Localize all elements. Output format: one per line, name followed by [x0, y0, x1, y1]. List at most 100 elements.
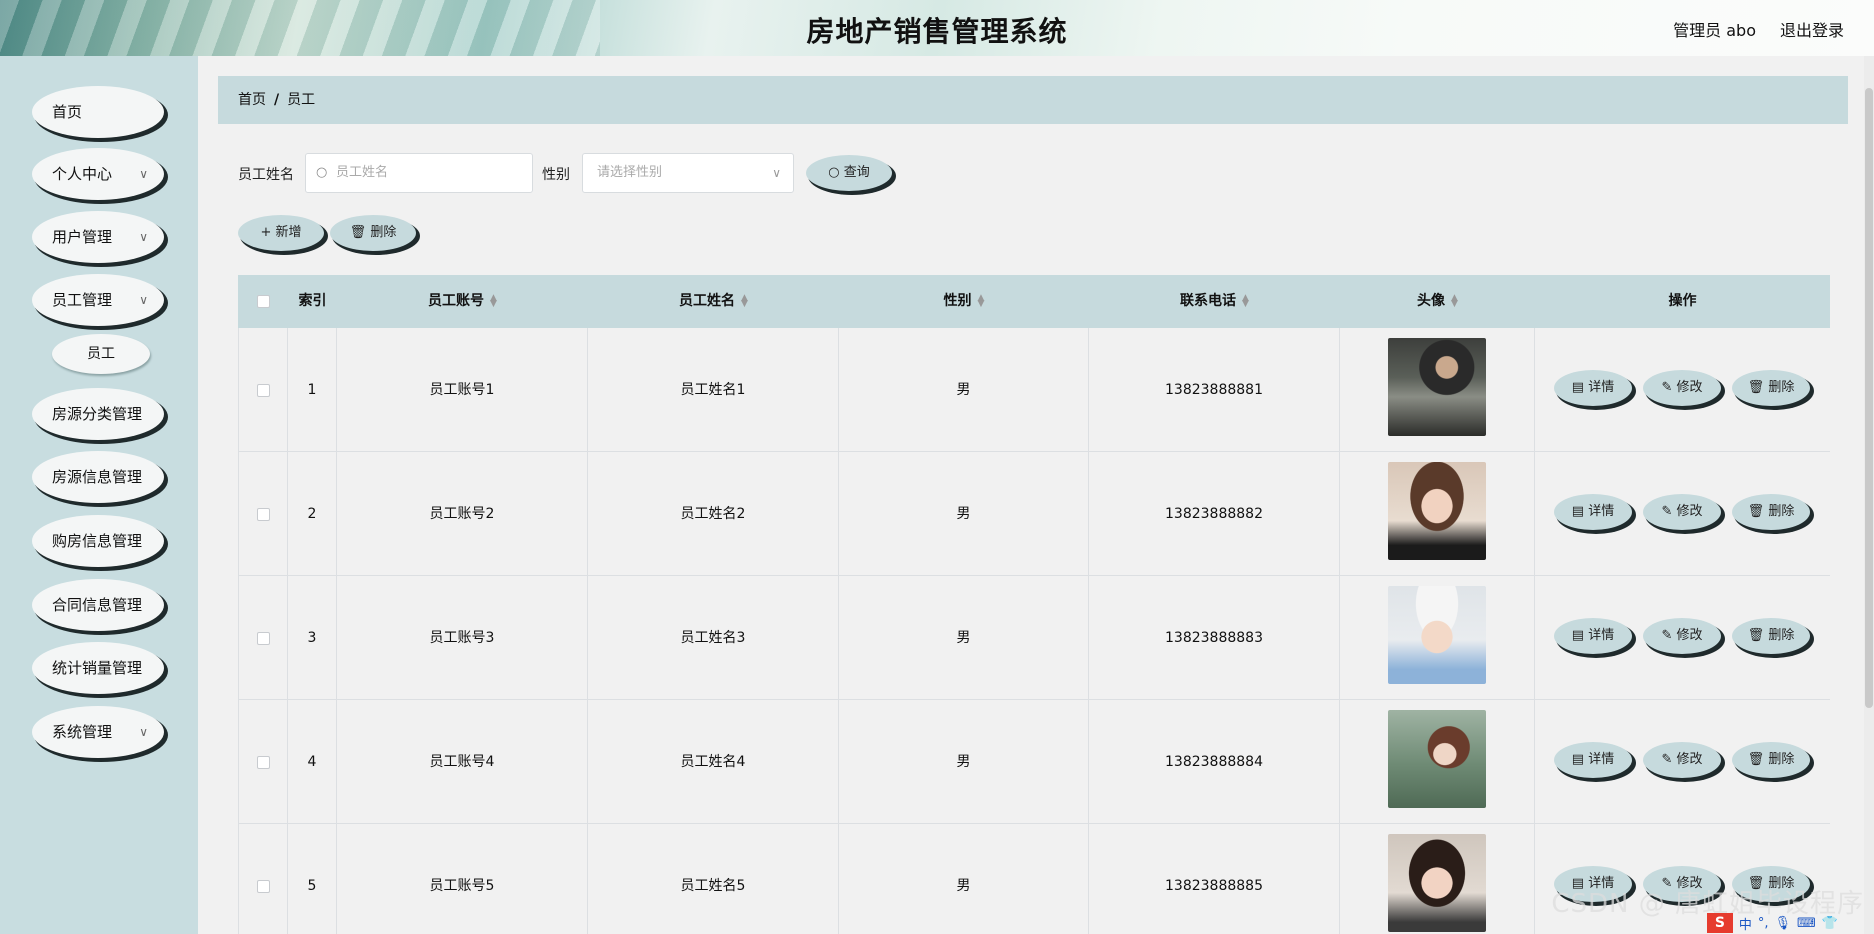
- scrollbar-thumb[interactable]: [1865, 88, 1873, 708]
- edit-button[interactable]: ✎ 修改: [1643, 618, 1721, 654]
- column-header-gender[interactable]: 性别 ▲ ▼: [839, 275, 1089, 328]
- detail-button[interactable]: ▤ 详情: [1554, 618, 1632, 654]
- ime-mode-label[interactable]: 中: [1739, 914, 1752, 933]
- sort-icon[interactable]: ▲ ▼: [1242, 294, 1249, 309]
- row-phone: 13823888884: [1089, 700, 1340, 824]
- detail-button[interactable]: ▤ 详情: [1554, 370, 1632, 406]
- row-account: 员工账号2: [337, 452, 588, 576]
- vertical-scrollbar[interactable]: [1864, 56, 1874, 934]
- gender-select[interactable]: 请选择性别 ∨: [582, 153, 794, 193]
- sidebar-item-label: 合同信息管理: [52, 596, 143, 614]
- sidebar-item-purchase-info[interactable]: 购房信息管理: [32, 515, 164, 567]
- edit-button[interactable]: ✎ 修改: [1643, 370, 1721, 406]
- avatar-image[interactable]: [1388, 586, 1486, 684]
- detail-button[interactable]: ▤ 详情: [1554, 494, 1632, 530]
- sidebar: 首页 个人中心 ∨ 用户管理 ∨ 员工管理 ∨ 员工 房源分类管理 房源信息管理 购房…: [0, 56, 198, 934]
- sidebar-item-personal-center[interactable]: 个人中心 ∨: [32, 148, 164, 200]
- column-header-avatar-label: 头像: [1417, 293, 1446, 309]
- row-index: 1: [288, 328, 337, 452]
- avatar-image[interactable]: [1388, 834, 1486, 932]
- sidebar-subitem-employee[interactable]: 员工: [52, 334, 150, 374]
- delete-button[interactable]: 🗑 删除: [1732, 370, 1810, 406]
- sort-icon[interactable]: ▲ ▼: [741, 294, 748, 309]
- sidebar-item-home[interactable]: 首页: [32, 86, 164, 138]
- row-gender: 男: [839, 576, 1089, 700]
- chevron-down-icon: ∨: [139, 293, 148, 307]
- trash-icon: 🗑: [1747, 628, 1769, 643]
- detail-button-label: 详情: [1588, 752, 1615, 767]
- shirt-icon[interactable]: 👕: [1822, 916, 1838, 931]
- batch-delete-button[interactable]: 🗑 删除: [330, 215, 416, 251]
- row-checkbox[interactable]: [256, 631, 270, 645]
- logout-link[interactable]: 退出登录: [1780, 17, 1844, 41]
- row-name: 员工姓名4: [588, 700, 839, 824]
- microphone-icon[interactable]: 🎙: [1775, 916, 1792, 931]
- punctuation-icon[interactable]: °,: [1758, 916, 1769, 931]
- row-actions-cell: ▤ 详情 ✎ 修改 🗑 删除: [1535, 700, 1830, 824]
- row-avatar-cell: [1340, 576, 1535, 700]
- sidebar-item-user-management[interactable]: 用户管理 ∨: [32, 211, 164, 263]
- row-account: 员工账号1: [337, 328, 588, 452]
- row-avatar-cell: [1340, 452, 1535, 576]
- delete-button[interactable]: 🗑 删除: [1732, 494, 1810, 530]
- top-header: 房地产销售管理系统 管理员 abo 退出登录: [0, 0, 1874, 56]
- trash-icon: 🗑: [1747, 380, 1769, 395]
- detail-button[interactable]: ▤ 详情: [1554, 742, 1632, 778]
- sort-icon[interactable]: ▲ ▼: [978, 294, 985, 309]
- sidebar-item-system-management[interactable]: 系统管理 ∨: [32, 706, 164, 758]
- column-header-avatar[interactable]: 头像 ▲ ▼: [1340, 275, 1535, 328]
- edit-button-label: 修改: [1676, 504, 1703, 519]
- row-checkbox[interactable]: [256, 383, 270, 397]
- query-button[interactable]: ○ 查询: [806, 155, 892, 191]
- sidebar-item-property-category[interactable]: 房源分类管理: [32, 388, 164, 440]
- employee-name-input[interactable]: ○ 员工姓名: [305, 153, 533, 193]
- add-button[interactable]: + 新增: [238, 215, 324, 251]
- sidebar-item-label: 首页: [52, 103, 83, 121]
- avatar-image[interactable]: [1388, 462, 1486, 560]
- sidebar-item-label: 统计销量管理: [52, 659, 143, 677]
- gender-label: 性别: [542, 167, 570, 183]
- delete-button-label: 删除: [1768, 628, 1795, 643]
- table-row: 4 员工账号4 员工姓名4 男 13823888884 ▤ 详情 ✎ 修改 🗑 …: [238, 700, 1830, 824]
- column-header-account[interactable]: 员工账号 ▲ ▼: [337, 275, 588, 328]
- sidebar-subitem-label: 员工: [87, 346, 115, 362]
- row-checkbox[interactable]: [256, 755, 270, 769]
- edit-button-label: 修改: [1676, 752, 1703, 767]
- keyboard-icon[interactable]: ⌨: [1797, 916, 1816, 931]
- edit-button-label: 修改: [1676, 628, 1703, 643]
- avatar-image[interactable]: [1388, 338, 1486, 436]
- avatar-image[interactable]: [1388, 710, 1486, 808]
- column-header-phone[interactable]: 联系电话 ▲ ▼: [1089, 275, 1340, 328]
- sidebar-item-employee-management[interactable]: 员工管理 ∨: [32, 274, 164, 326]
- column-header-phone-label: 联系电话: [1180, 293, 1237, 309]
- sort-icon[interactable]: ▲ ▼: [1451, 294, 1458, 309]
- detail-icon: ▤: [1571, 504, 1589, 519]
- row-account: 员工账号4: [337, 700, 588, 824]
- row-name: 员工姓名2: [588, 452, 839, 576]
- delete-button[interactable]: 🗑 删除: [1732, 742, 1810, 778]
- column-header-name[interactable]: 员工姓名 ▲ ▼: [588, 275, 839, 328]
- sidebar-item-label: 个人中心: [52, 165, 113, 183]
- edit-button[interactable]: ✎ 修改: [1643, 742, 1721, 778]
- detail-icon: ▤: [1571, 752, 1589, 767]
- sidebar-item-contract-info[interactable]: 合同信息管理: [32, 579, 164, 631]
- ime-logo[interactable]: S: [1706, 913, 1733, 933]
- edit-button[interactable]: ✎ 修改: [1643, 494, 1721, 530]
- row-gender: 男: [839, 452, 1089, 576]
- row-account: 员工账号3: [337, 576, 588, 700]
- column-header-account-label: 员工账号: [428, 293, 485, 309]
- sidebar-item-property-info[interactable]: 房源信息管理: [32, 451, 164, 503]
- sidebar-item-label: 用户管理: [52, 228, 113, 246]
- breadcrumb-home[interactable]: 首页: [238, 92, 266, 108]
- row-phone: 13823888882: [1089, 452, 1340, 576]
- sidebar-item-sales-statistics[interactable]: 统计销量管理: [32, 642, 164, 694]
- table-row: 2 员工账号2 员工姓名2 男 13823888882 ▤ 详情 ✎ 修改 🗑 …: [238, 452, 1830, 576]
- table-header: 索引 员工账号 ▲ ▼ 员工姓名 ▲ ▼ 性别 ▲ ▼ 联系电话 ▲ ▼ 头像 ▲ ▼ 操作: [238, 275, 1830, 328]
- delete-button[interactable]: 🗑 删除: [1732, 618, 1810, 654]
- sort-icon[interactable]: ▲ ▼: [490, 294, 497, 309]
- row-checkbox[interactable]: [256, 879, 270, 893]
- row-phone: 13823888885: [1089, 824, 1340, 934]
- row-checkbox[interactable]: [256, 507, 270, 521]
- row-actions-cell: ▤ 详情 ✎ 修改 🗑 删除: [1535, 452, 1830, 576]
- select-all-checkbox[interactable]: [256, 294, 270, 308]
